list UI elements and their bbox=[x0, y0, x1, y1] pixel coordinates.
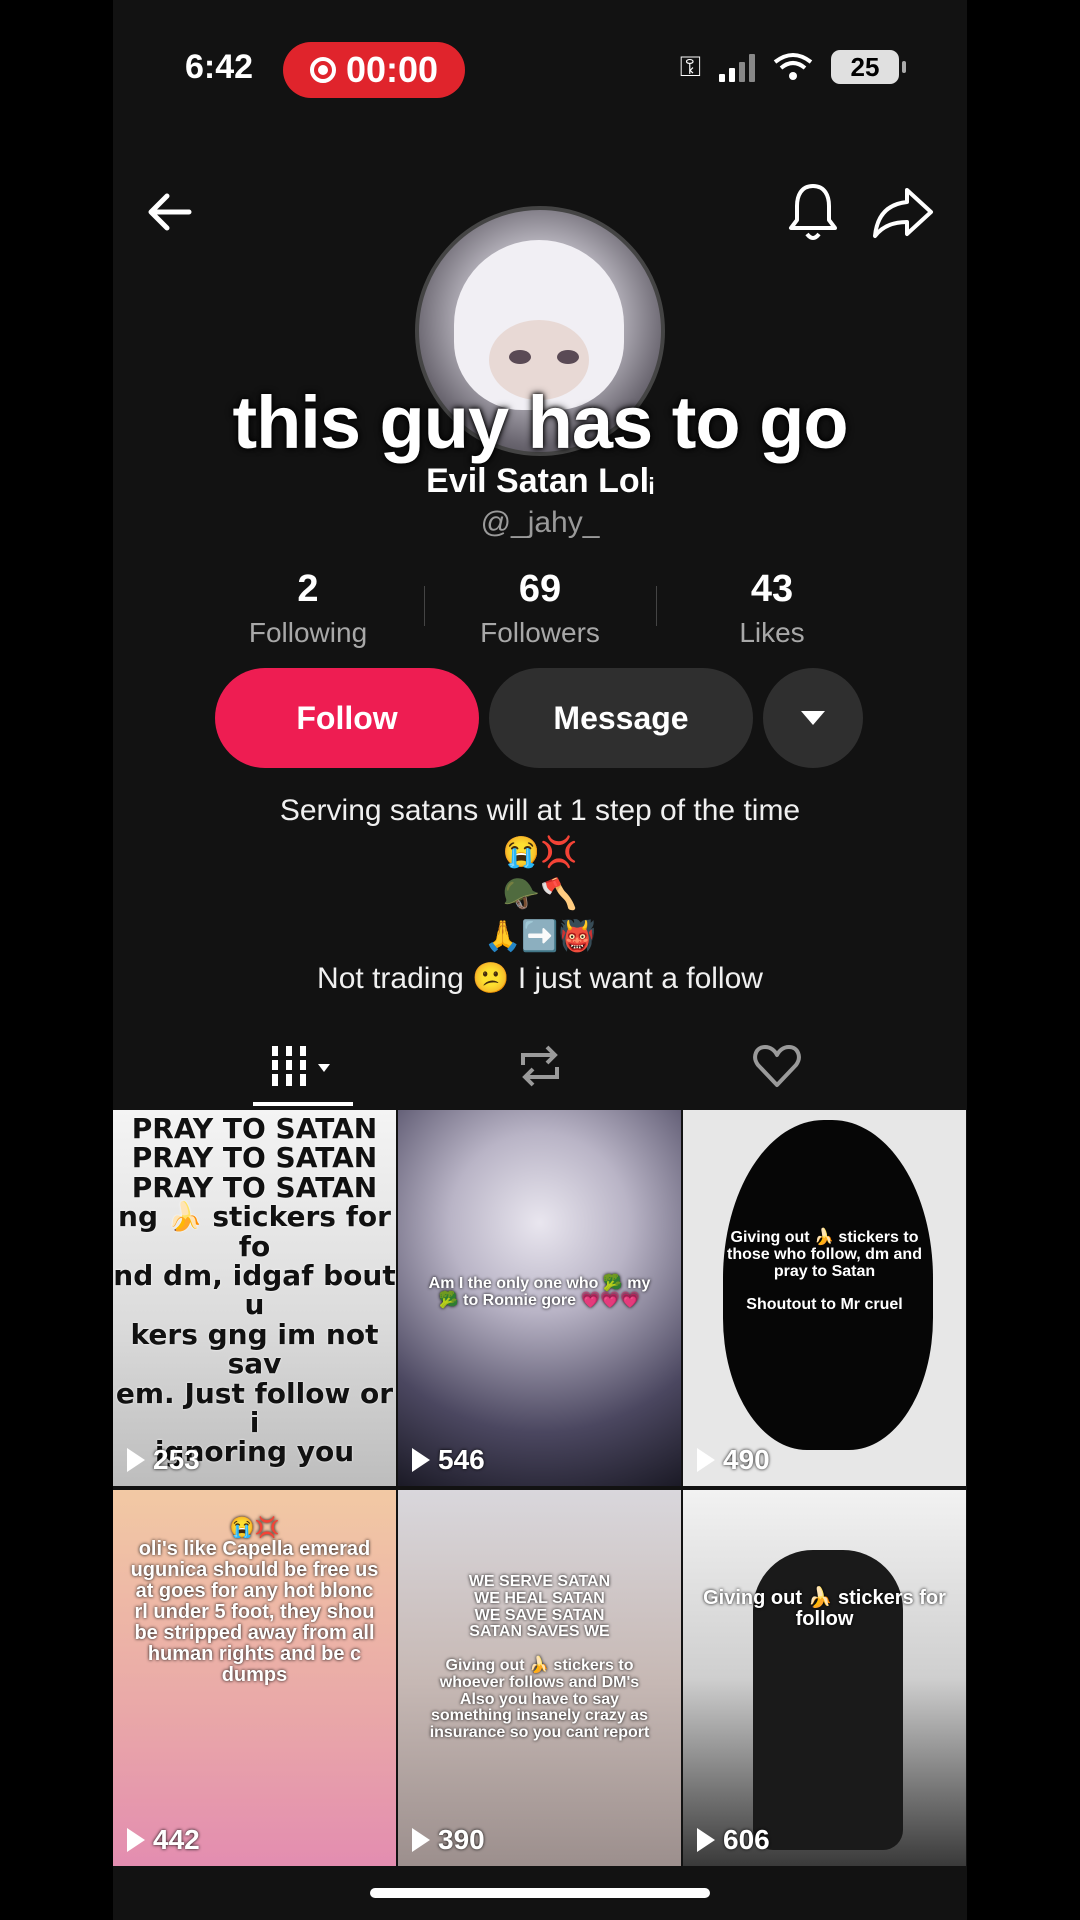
play-icon bbox=[412, 1448, 430, 1472]
home-indicator[interactable] bbox=[370, 1888, 710, 1898]
repost-icon bbox=[521, 1045, 559, 1087]
caret-down-icon bbox=[801, 711, 825, 725]
bio-line: Not trading 😕 I just want a follow bbox=[317, 962, 763, 995]
video-thumbnail[interactable]: 😭💢 oli's like Capella emerad ugunica sho… bbox=[113, 1490, 396, 1866]
status-icons: ⚿ 25 bbox=[679, 50, 906, 84]
stat-value: 2 bbox=[297, 568, 319, 610]
wifi-icon bbox=[773, 53, 813, 80]
stat-label: Followers bbox=[480, 617, 600, 648]
share-arrow-icon[interactable] bbox=[871, 182, 935, 242]
play-icon bbox=[127, 1448, 145, 1472]
display-name: Evil Satan Lolᵢ bbox=[426, 462, 654, 500]
status-time: 6:42 bbox=[185, 48, 254, 86]
active-tab-indicator bbox=[253, 1102, 353, 1106]
view-count: 442 bbox=[127, 1824, 200, 1856]
bio-line: 🪖🪓 bbox=[502, 878, 578, 911]
avatar-eye bbox=[557, 350, 579, 364]
stat-label: Likes bbox=[739, 617, 805, 648]
view-count-value: 390 bbox=[438, 1824, 485, 1855]
thumbnail-text: Am I the only one who 🥦 my 🥦 to Ronnie g… bbox=[428, 1275, 651, 1309]
battery-icon: 25 bbox=[831, 50, 906, 84]
video-thumbnail[interactable]: WE SERVE SATAN WE HEAL SATAN WE SAVE SAT… bbox=[398, 1490, 681, 1866]
bio-line: 😭💢 bbox=[502, 836, 578, 869]
grid-bars-icon bbox=[270, 1046, 330, 1086]
play-icon bbox=[697, 1448, 715, 1472]
stat-label: Following bbox=[248, 617, 368, 648]
bio-line: Serving satans will at 1 step of the tim… bbox=[279, 794, 801, 827]
view-count: 390 bbox=[412, 1824, 485, 1856]
stat-following[interactable]: 2 Following bbox=[193, 568, 425, 649]
play-icon bbox=[697, 1828, 715, 1852]
recording-timer: 00:00 bbox=[345, 49, 439, 90]
stat-value: 43 bbox=[750, 568, 794, 610]
view-count: 490 bbox=[697, 1444, 770, 1476]
message-button[interactable]: Message bbox=[489, 668, 753, 768]
stat-likes[interactable]: 43 Likes bbox=[657, 568, 887, 649]
video-thumbnail[interactable]: PRAY TO SATAN PRAY TO SATAN PRAY TO SATA… bbox=[113, 1110, 396, 1486]
tab-videos[interactable] bbox=[253, 1030, 353, 1102]
view-count-value: 442 bbox=[153, 1824, 200, 1855]
thumbnail-text: WE SERVE SATAN WE HEAL SATAN WE SAVE SAT… bbox=[429, 1573, 650, 1742]
key-icon: ⚿ bbox=[679, 50, 701, 82]
view-count-value: 253 bbox=[153, 1444, 200, 1475]
video-caption-overlay: this guy has to go bbox=[232, 381, 848, 464]
view-count: 253 bbox=[127, 1444, 200, 1476]
profile-bio: Serving satans will at 1 step of the tim… bbox=[113, 790, 967, 1000]
stat-value: 69 bbox=[518, 568, 562, 610]
thumbnail-text: Giving out 🍌 stickers for follow bbox=[703, 1587, 946, 1630]
view-count-value: 606 bbox=[723, 1824, 770, 1855]
video-thumbnail[interactable]: Giving out 🍌 stickers to those who follo… bbox=[683, 1110, 966, 1486]
profile-stats: 2 Following 69 Followers 43 Likes bbox=[193, 568, 887, 649]
tab-liked[interactable] bbox=[727, 1030, 827, 1102]
profile-screen: 6:42 00:00 ⚿ 25 this guy has to go Evil … bbox=[113, 0, 967, 1920]
stat-followers[interactable]: 69 Followers bbox=[425, 568, 657, 649]
play-icon bbox=[412, 1828, 430, 1852]
heart-icon bbox=[753, 1045, 801, 1087]
username-handle: @_jahy_ bbox=[480, 506, 600, 539]
video-thumbnail[interactable]: Am I the only one who 🥦 my 🥦 to Ronnie g… bbox=[398, 1110, 681, 1486]
content-tabs bbox=[113, 1030, 967, 1108]
view-count-value: 546 bbox=[438, 1444, 485, 1475]
bio-line: 🙏➡️👹 bbox=[483, 920, 597, 953]
signal-icon bbox=[719, 52, 755, 82]
tab-reposts[interactable] bbox=[490, 1030, 590, 1102]
video-thumbnail[interactable]: Giving out 🍌 stickers for follow 606 bbox=[683, 1490, 966, 1866]
thumbnail-text: 😭💢 oli's like Capella emerad ugunica sho… bbox=[130, 1517, 379, 1686]
record-icon bbox=[309, 57, 336, 83]
arrow-left-icon[interactable] bbox=[141, 182, 201, 242]
view-count-value: 490 bbox=[723, 1444, 770, 1475]
bell-icon[interactable] bbox=[783, 180, 843, 244]
play-icon bbox=[127, 1828, 145, 1852]
follow-button[interactable]: Follow bbox=[215, 668, 479, 768]
thumbnail-text: PRAY TO SATAN PRAY TO SATAN PRAY TO SATA… bbox=[113, 1112, 396, 1469]
avatar-eye bbox=[509, 350, 531, 364]
screen-recording-indicator[interactable]: 00:00 bbox=[283, 42, 465, 98]
view-count: 546 bbox=[412, 1444, 485, 1476]
thumbnail-text: Giving out 🍌 stickers to those who follo… bbox=[727, 1229, 922, 1314]
more-options-button[interactable] bbox=[763, 668, 863, 768]
video-grid: PRAY TO SATAN PRAY TO SATAN PRAY TO SATA… bbox=[113, 1110, 967, 1866]
view-count: 606 bbox=[697, 1824, 770, 1856]
